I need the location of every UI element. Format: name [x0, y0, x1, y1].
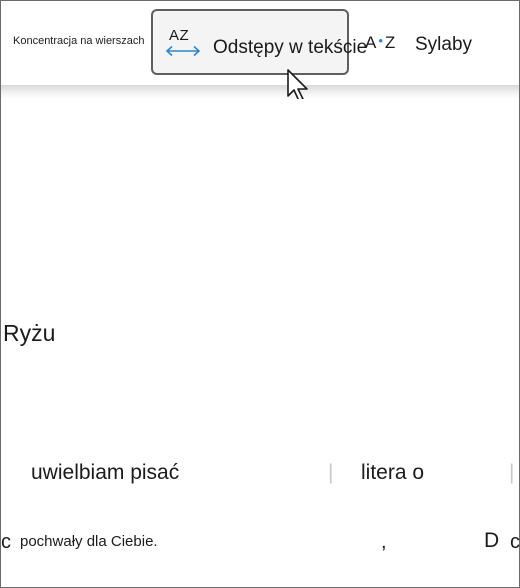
- doc-faded-glyph-2: |: [509, 461, 515, 484]
- syllables-icon[interactable]: A•Z: [365, 33, 401, 53]
- text-spacing-label: Odstępy w tekście: [213, 37, 368, 58]
- line-focus-button[interactable]: Koncentracja na wierszach: [13, 35, 144, 47]
- double-arrow-icon: [165, 45, 201, 57]
- syllables-icon-z: Z: [384, 33, 397, 52]
- doc-fragment-c2: c: [510, 531, 520, 553]
- reader-toolbar: Koncentracja na wierszach AZ Odstępy w t…: [1, 1, 519, 85]
- text-spacing-button[interactable]: AZ Odstępy w tekście: [151, 9, 367, 75]
- doc-fragment-c: c: [1, 531, 11, 553]
- text-spacing-icon-text: AZ: [169, 27, 190, 44]
- syllables-button[interactable]: Sylaby: [415, 34, 472, 56]
- toolbar-shadow: [1, 85, 519, 99]
- doc-word-uwielbiam: uwielbiam pisać: [31, 461, 180, 484]
- document-view: Ryżu uwielbiam pisać | litera o | c poch…: [1, 99, 520, 586]
- syllables-icon-dot: •: [378, 33, 384, 48]
- doc-comma: ,: [381, 531, 387, 553]
- syllables-icon-a: A: [365, 33, 378, 52]
- doc-word-ryzu: Ryżu: [3, 320, 56, 346]
- doc-phrase: pochwały dla Ciebie.: [20, 533, 158, 550]
- doc-faded-glyph: |: [328, 461, 334, 484]
- line-focus-label: Koncentracja na wierszach: [13, 35, 145, 47]
- text-spacing-icon: AZ: [165, 27, 203, 61]
- doc-word-litera: litera o: [361, 461, 425, 484]
- doc-fragment-d: D: [484, 529, 500, 552]
